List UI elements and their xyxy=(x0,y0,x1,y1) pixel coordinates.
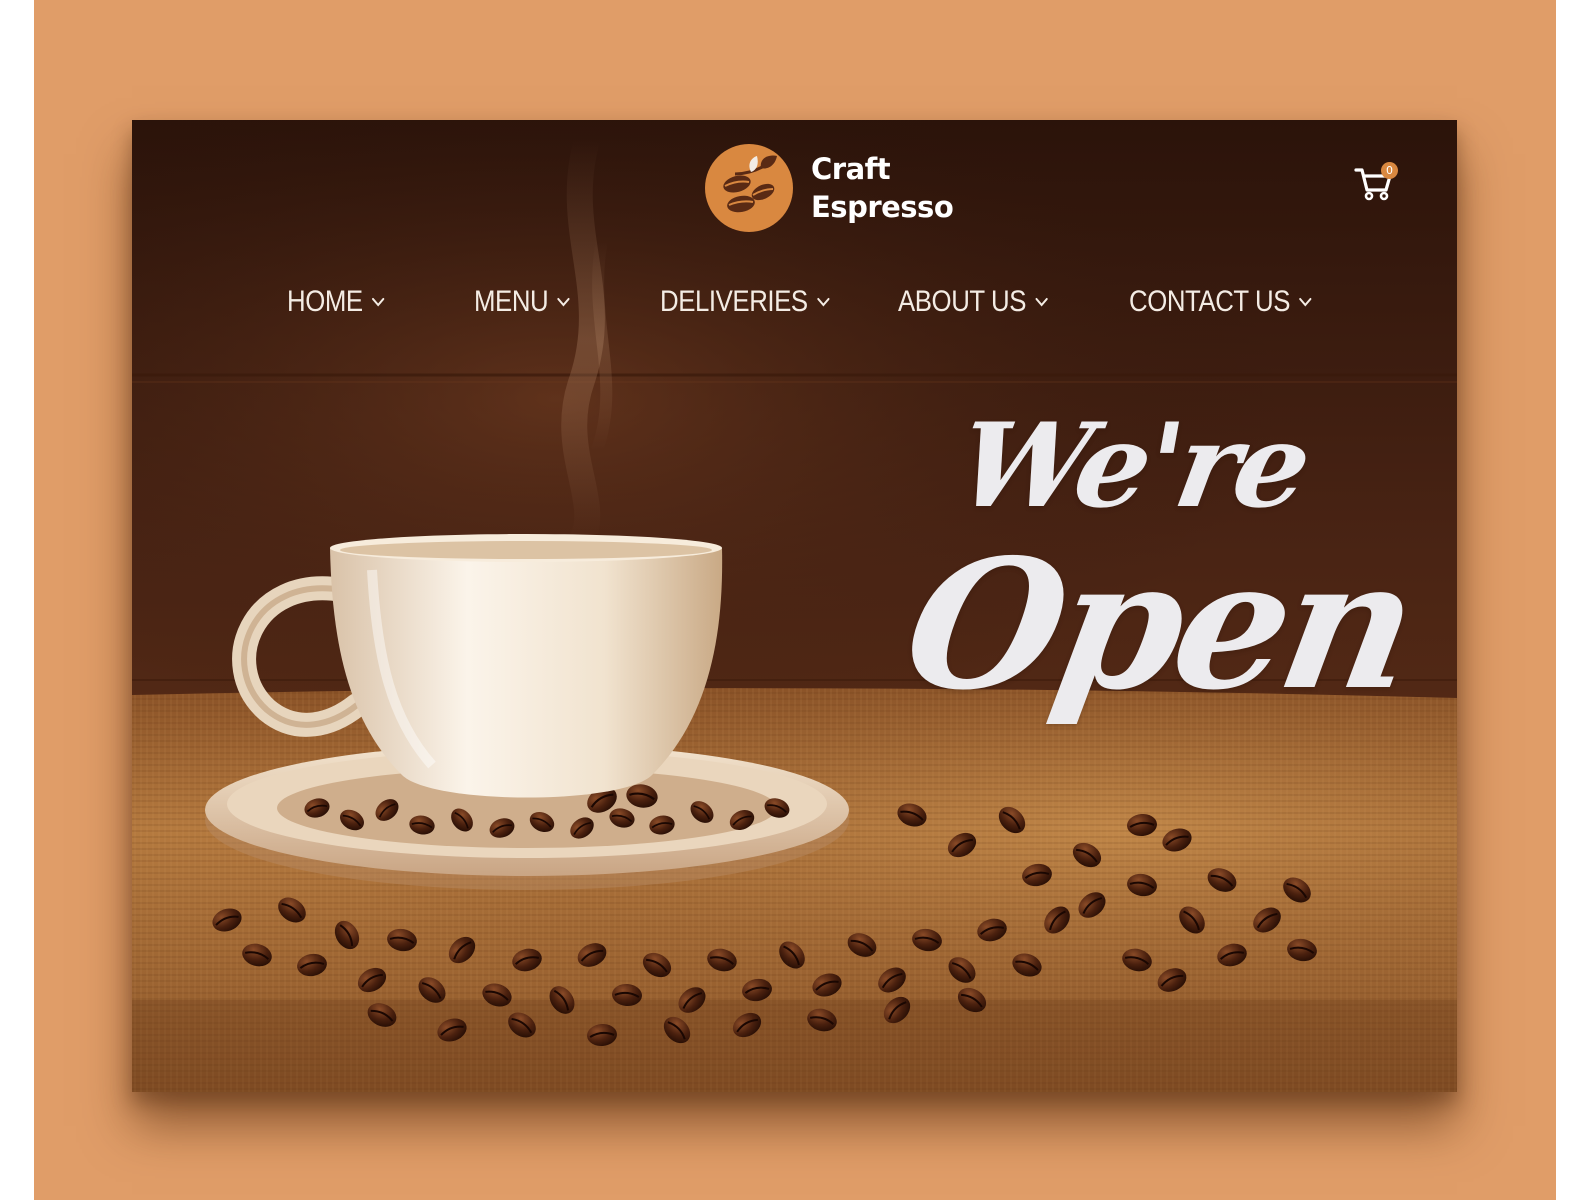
website-hero-card: Craft Espresso 0 HOME MENU DELIVERIES AB… xyxy=(132,120,1457,1092)
hero-headline-line2: Open xyxy=(891,520,1427,729)
chevron-down-icon xyxy=(817,297,830,307)
nav-item-menu[interactable]: MENU xyxy=(474,278,571,326)
nav-item-label: CONTACT US xyxy=(1129,285,1291,318)
chevron-down-icon xyxy=(1299,297,1312,307)
coffee-beans-leaf-icon xyxy=(705,144,793,232)
main-navigation: HOME MENU DELIVERIES ABOUT US CONTACT US xyxy=(132,278,1457,326)
chevron-down-icon xyxy=(372,297,385,307)
cart-button[interactable]: 0 xyxy=(1354,162,1398,206)
brand-name-line2: Espresso xyxy=(811,190,954,224)
chevron-down-icon xyxy=(557,297,570,307)
nav-item-label: MENU xyxy=(474,285,549,318)
brand-name-line1: Craft xyxy=(811,152,891,186)
nav-item-contact-us[interactable]: CONTACT US xyxy=(1129,278,1313,326)
chevron-down-icon xyxy=(1035,297,1048,307)
nav-item-about-us[interactable]: ABOUT US xyxy=(898,278,1049,326)
nav-item-deliveries[interactable]: DELIVERIES xyxy=(660,278,831,326)
nav-item-label: ABOUT US xyxy=(898,285,1026,318)
nav-item-label: DELIVERIES xyxy=(660,285,808,318)
brand-logo[interactable]: Craft Espresso xyxy=(705,142,954,234)
brand-name: Craft Espresso xyxy=(811,150,954,226)
nav-item-home[interactable]: HOME xyxy=(287,278,386,326)
hero-headline-line1: We're xyxy=(948,398,1318,534)
nav-item-label: HOME xyxy=(287,285,363,318)
cart-count-badge: 0 xyxy=(1381,162,1398,179)
